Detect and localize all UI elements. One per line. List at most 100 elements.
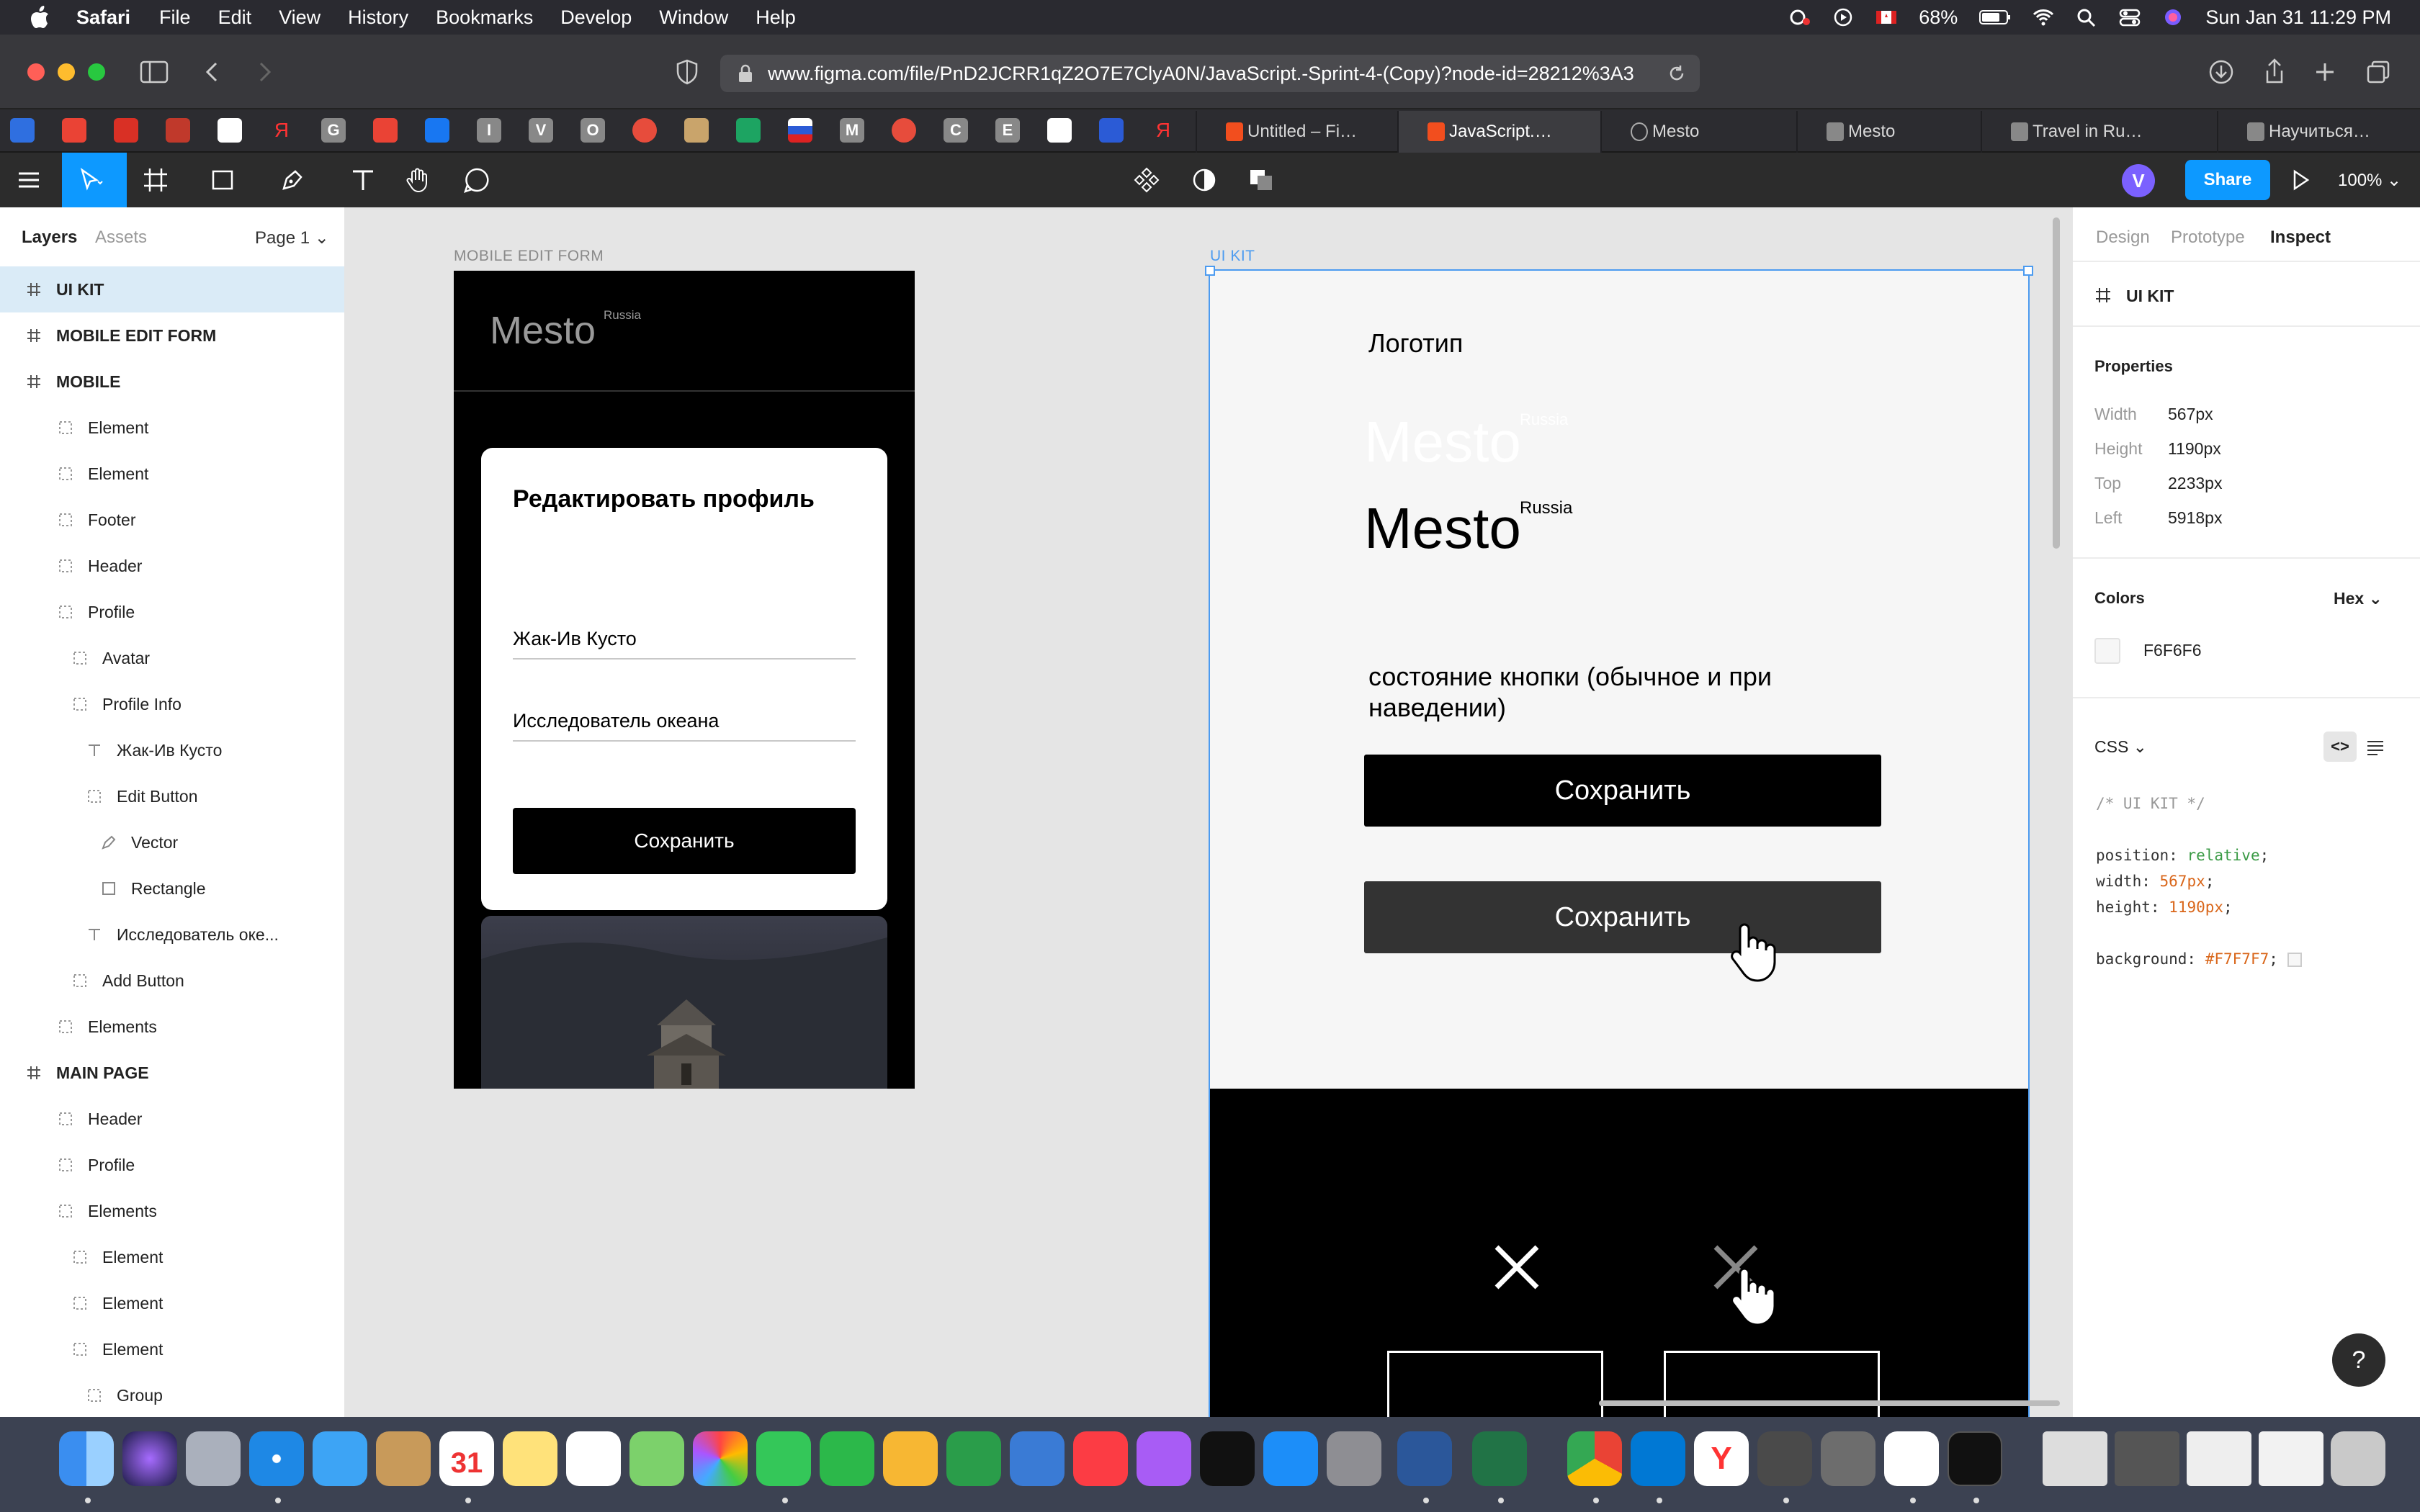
window-minimize-button[interactable] — [58, 63, 75, 81]
save-button-hover[interactable]: Сохранить — [1364, 881, 1881, 953]
bookmark-swoosh-icon[interactable] — [632, 118, 657, 143]
frame-tool-icon[interactable] — [141, 166, 170, 194]
keynote-icon[interactable] — [1010, 1431, 1065, 1486]
finder-icon[interactable] — [59, 1431, 114, 1486]
color-value[interactable]: F6F6F6 — [2143, 641, 2202, 660]
bookmark-v-icon[interactable]: V — [529, 118, 553, 143]
layer-row[interactable]: Element — [0, 1234, 344, 1280]
menu-develop[interactable]: Develop — [560, 6, 632, 29]
layer-row[interactable]: Footer — [0, 497, 344, 543]
photos-icon[interactable] — [693, 1431, 748, 1486]
main-menu-icon[interactable] — [14, 166, 43, 194]
menu-bookmarks[interactable]: Bookmarks — [436, 6, 533, 29]
bookmark-gov-icon[interactable] — [1099, 118, 1124, 143]
menu-window[interactable]: Window — [659, 6, 728, 29]
bookmark-red-dot-icon[interactable] — [892, 118, 916, 143]
layer-row[interactable]: Group — [0, 1372, 344, 1418]
bookmark-o-icon[interactable]: O — [581, 118, 605, 143]
horizontal-scrollbar[interactable] — [1599, 1400, 2060, 1406]
menu-edit[interactable]: Edit — [218, 6, 252, 29]
contacts-icon[interactable] — [376, 1431, 431, 1486]
calendar-icon[interactable]: 31 — [439, 1431, 494, 1486]
excel-icon[interactable] — [1472, 1431, 1527, 1486]
privacy-shield-icon[interactable] — [673, 58, 702, 86]
layer-row[interactable]: Avatar — [0, 635, 344, 681]
close-icon[interactable] — [1492, 1243, 1541, 1292]
bookmark-chart-icon[interactable] — [218, 118, 242, 143]
list-view-icon[interactable] — [2365, 737, 2385, 757]
present-play-icon[interactable] — [2286, 166, 2315, 194]
bookmark-m-icon[interactable]: M — [840, 118, 864, 143]
wifi-icon[interactable] — [2033, 8, 2054, 27]
tab-layers[interactable]: Layers — [22, 228, 77, 248]
layer-row[interactable]: Header — [0, 543, 344, 589]
layer-row[interactable]: Profile — [0, 1142, 344, 1188]
tab-untitled[interactable]: Untitled – Fi… — [1196, 111, 1397, 153]
app-store-icon[interactable] — [1263, 1431, 1318, 1486]
siri-dock-icon[interactable] — [122, 1431, 177, 1486]
podcasts-icon[interactable] — [1137, 1431, 1191, 1486]
mobile-edit-form-frame[interactable]: Mesto Russia Редактировать профиль Жак-И… — [454, 271, 915, 1089]
menu-file[interactable]: File — [159, 6, 191, 29]
layer-row[interactable]: Жак-Ив Кусто — [0, 727, 344, 773]
layer-row[interactable]: MOBILE — [0, 359, 344, 405]
recent-document-icon[interactable] — [2259, 1431, 2323, 1486]
bookmark-i-icon[interactable]: I — [477, 118, 501, 143]
selection-handle[interactable] — [1205, 266, 1215, 276]
bookmark-codepen-icon[interactable] — [1047, 118, 1072, 143]
safari-icon[interactable] — [249, 1431, 304, 1486]
clock[interactable]: Sun Jan 31 11:29 PM — [2205, 6, 2391, 29]
help-button[interactable]: ? — [2332, 1333, 2385, 1387]
frame-label-uikit[interactable]: UI KIT — [1210, 248, 1255, 265]
play-icon[interactable] — [1832, 8, 1854, 27]
bookmark-g-icon[interactable]: G — [321, 118, 346, 143]
creative-cloud-icon[interactable] — [1789, 8, 1811, 27]
numbers-icon[interactable] — [946, 1431, 1001, 1486]
bookmark-e-icon[interactable]: E — [995, 118, 1020, 143]
tab-learn[interactable]: Научиться… — [2217, 111, 2420, 153]
layer-row[interactable]: Element — [0, 451, 344, 497]
prop-value-height[interactable]: 1190px — [2168, 439, 2221, 459]
sidebar-icon[interactable] — [140, 58, 169, 86]
bookmark-green-icon[interactable] — [736, 118, 761, 143]
page-selector[interactable]: Page 1 ⌄ — [255, 228, 329, 248]
tab-prototype[interactable]: Prototype — [2171, 228, 2245, 248]
chrome-icon[interactable] — [1567, 1431, 1622, 1486]
bookmark-emblem-icon[interactable] — [684, 118, 709, 143]
calculator-icon[interactable] — [1821, 1431, 1876, 1486]
apple-tv-icon[interactable] — [1200, 1431, 1255, 1486]
layer-row[interactable]: MAIN PAGE — [0, 1050, 344, 1096]
reload-icon[interactable] — [1667, 63, 1687, 84]
share-sheet-icon[interactable] — [2260, 58, 2289, 86]
layer-row[interactable]: Element — [0, 405, 344, 451]
yandex-browser-icon[interactable]: Y — [1694, 1431, 1749, 1486]
vscode-icon[interactable] — [1631, 1431, 1685, 1486]
text-tool-icon[interactable] — [349, 166, 377, 194]
color-format-dropdown[interactable]: Hex ⌄ — [2334, 589, 2383, 608]
bookmark-code-icon[interactable] — [166, 118, 190, 143]
tab-design[interactable]: Design — [2096, 228, 2150, 248]
hand-tool-icon[interactable] — [403, 166, 432, 194]
color-swatch[interactable] — [2094, 638, 2120, 664]
bookmark-gmail-icon[interactable] — [62, 118, 86, 143]
tab-travel[interactable]: Travel in Ru… — [1981, 111, 2175, 153]
frame-label-mobile[interactable]: MOBILE EDIT FORM — [454, 248, 604, 265]
about-field[interactable]: Исследователь океана — [513, 701, 856, 742]
comment-tool-icon[interactable] — [462, 166, 491, 194]
tab-mesto-1[interactable]: Mesto — [1600, 111, 1796, 153]
layer-row[interactable]: Elements — [0, 1188, 344, 1234]
mail-icon[interactable] — [313, 1431, 367, 1486]
ui-kit-frame[interactable]: Логотип Mesto Russia Mesto Russia состоя… — [1209, 269, 2030, 1417]
zoom-dropdown[interactable]: 100% ⌄ — [2338, 170, 2401, 191]
tab-javascript[interactable]: JavaScript.… — [1397, 111, 1600, 153]
layer-row[interactable]: Vector — [0, 819, 344, 865]
apple-icon[interactable] — [29, 5, 50, 30]
siri-icon[interactable] — [2162, 8, 2184, 27]
layer-row[interactable]: Edit Button — [0, 773, 344, 819]
downloads-icon[interactable] — [2207, 58, 2236, 86]
canvas[interactable]: MOBILE EDIT FORM Mesto Russia Редактиров… — [346, 207, 2071, 1417]
bookmark-yandex2-icon[interactable]: Я — [1151, 118, 1175, 143]
layer-row[interactable]: Profile — [0, 589, 344, 635]
sublime-text-icon[interactable] — [1757, 1431, 1812, 1486]
layer-row[interactable]: Header — [0, 1096, 344, 1142]
